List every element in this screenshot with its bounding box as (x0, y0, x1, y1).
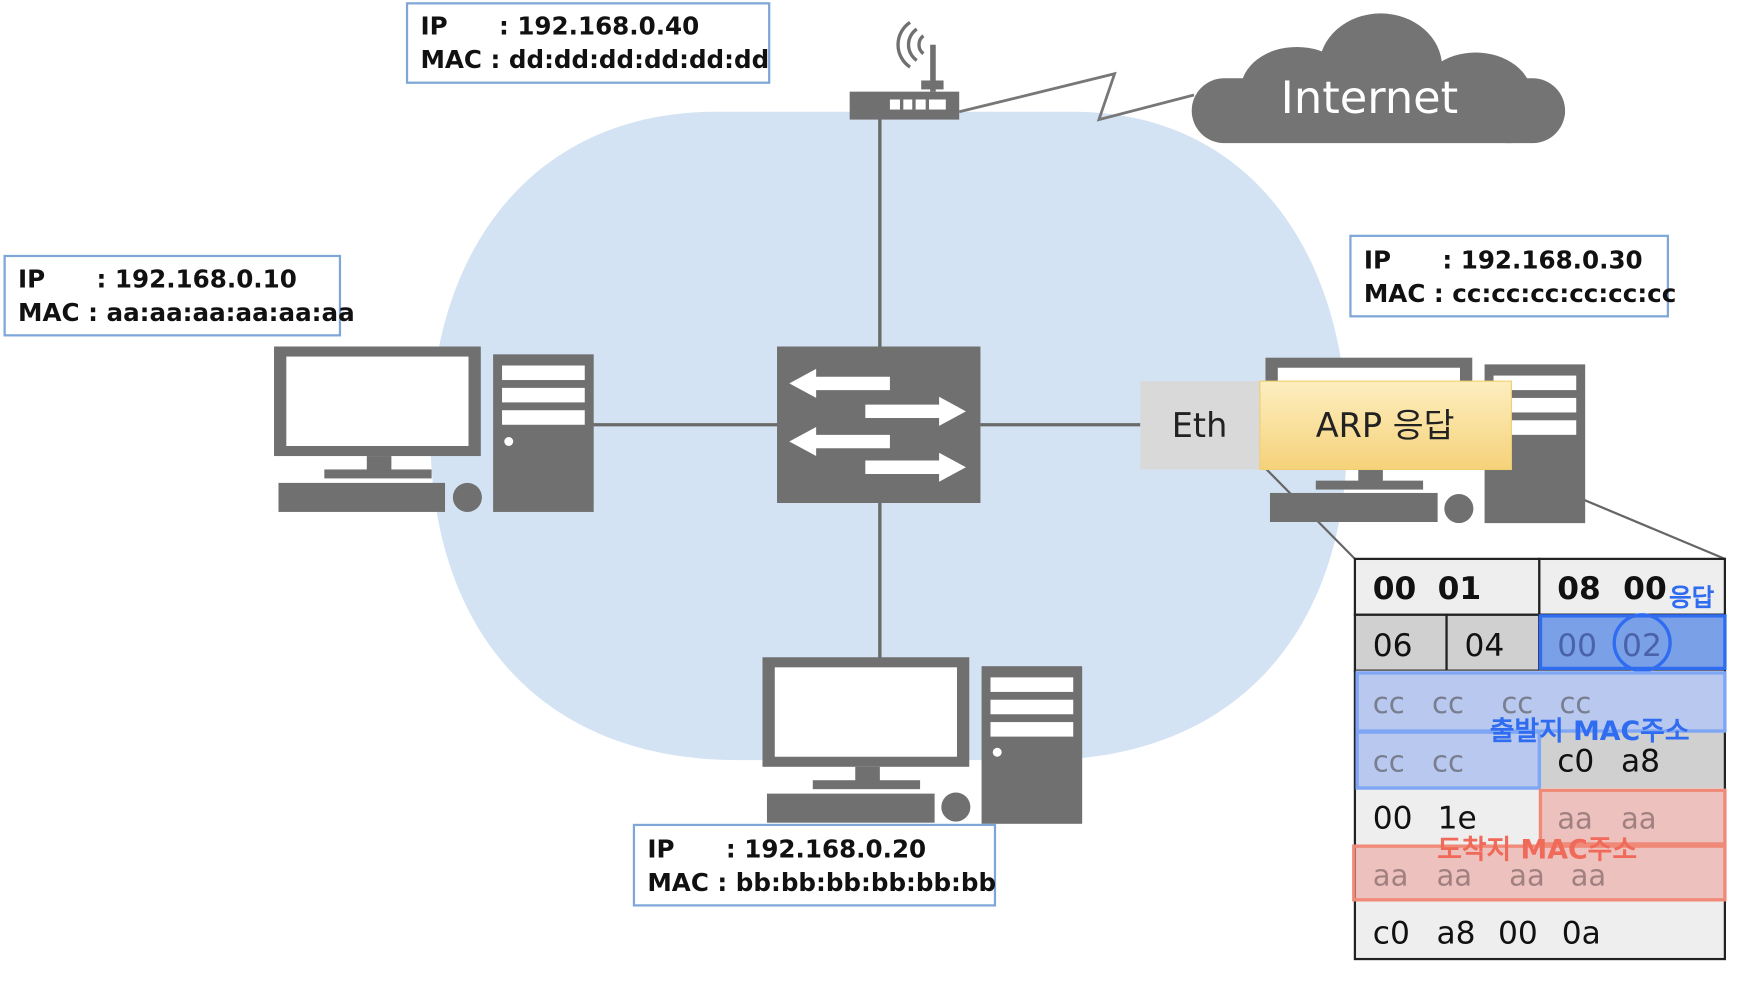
svg-text:Eth: Eth (1172, 406, 1228, 445)
svg-text:1e: 1e (1438, 800, 1477, 836)
router-address-label: IP : 192.168.0.40 MAC : dd:dd:dd:dd:dd:d… (405, 2, 771, 84)
svg-text:aa: aa (1557, 801, 1593, 835)
opcode-note: 응답 (1669, 583, 1715, 612)
target-mac-note: 도착지 MAC주소 (1437, 834, 1637, 865)
svg-text:01: 01 (1438, 571, 1482, 607)
internet-label: Internet (1281, 71, 1459, 124)
svg-text:06: 06 (1373, 628, 1413, 664)
svg-text:MAC : bb:bb:bb:bb:bb:bb: MAC : bb:bb:bb:bb:bb:bb (647, 868, 996, 897)
arp-packet-table: 00 01 08 00 06 04 00 02 cc cc cc cc cc cc c0 a8 … (1352, 557, 1727, 961)
svg-text:IP : 192.168.0.40: IP : 192.168.0.40 (420, 12, 699, 41)
svg-text:0a: 0a (1562, 915, 1601, 951)
svg-text:cc: cc (1373, 686, 1405, 720)
svg-text:IP : 192.168.0.30: IP : 192.168.0.30 (1364, 245, 1643, 274)
svg-text:00: 00 (1373, 571, 1417, 607)
svg-text:04: 04 (1464, 628, 1504, 664)
ethernet-frame: Eth ARP 응답 (1140, 380, 1512, 471)
svg-text:cc: cc (1432, 744, 1464, 778)
svg-text:00: 00 (1373, 800, 1413, 836)
svg-text:aa: aa (1621, 801, 1657, 835)
router-icon (849, 20, 960, 120)
pc-host-b-icon (762, 657, 1083, 824)
svg-text:a8: a8 (1437, 915, 1476, 951)
sender-mac-note: 출발지 MAC주소 (1490, 716, 1690, 747)
host-c-address-label: IP : 192.168.0.30 MAC : cc:cc:cc:cc:cc:c… (1349, 234, 1676, 318)
svg-text:IP : 192.168.0.20: IP : 192.168.0.20 (647, 834, 926, 863)
internet-cloud: Internet (1191, 13, 1566, 144)
switch-icon (777, 346, 981, 504)
svg-text:02: 02 (1622, 628, 1662, 664)
svg-text:cc: cc (1432, 686, 1464, 720)
svg-text:aa: aa (1373, 858, 1409, 892)
svg-text:00: 00 (1498, 915, 1538, 951)
svg-text:a8: a8 (1621, 743, 1660, 779)
svg-text:cc: cc (1373, 744, 1405, 778)
svg-text:MAC : aa:aa:aa:aa:aa:aa: MAC : aa:aa:aa:aa:aa:aa (18, 298, 355, 327)
pc-host-a-icon (274, 346, 594, 512)
arp-diagram: Internet IP : 192.168.0.40 MAC: dd:dd:d… (3, 2, 1727, 961)
svg-text:c0: c0 (1373, 915, 1410, 951)
host-b-address-label: IP : 192.168.0.20 MAC : bb:bb:bb:bb:bb:b… (632, 823, 997, 907)
host-a-address-label: IP : 192.168.0.10 MAC : aa:aa:aa:aa:aa:a… (3, 254, 355, 337)
svg-text:00: 00 (1557, 628, 1597, 664)
svg-text:MAC : cc:cc:cc:cc:cc:cc: MAC : cc:cc:cc:cc:cc:cc (1364, 279, 1676, 308)
svg-text:ARP 응답: ARP 응답 (1316, 406, 1455, 445)
svg-text:IP : 192.168.0.10: IP : 192.168.0.10 (18, 264, 297, 293)
svg-text:00: 00 (1623, 571, 1667, 607)
svg-text:c0: c0 (1557, 743, 1594, 779)
svg-text:08: 08 (1557, 571, 1601, 607)
svg-text:MAC : dd:dd:dd:dd:dd:dd: MAC : dd:dd:dd:dd:dd:dd (420, 45, 769, 74)
